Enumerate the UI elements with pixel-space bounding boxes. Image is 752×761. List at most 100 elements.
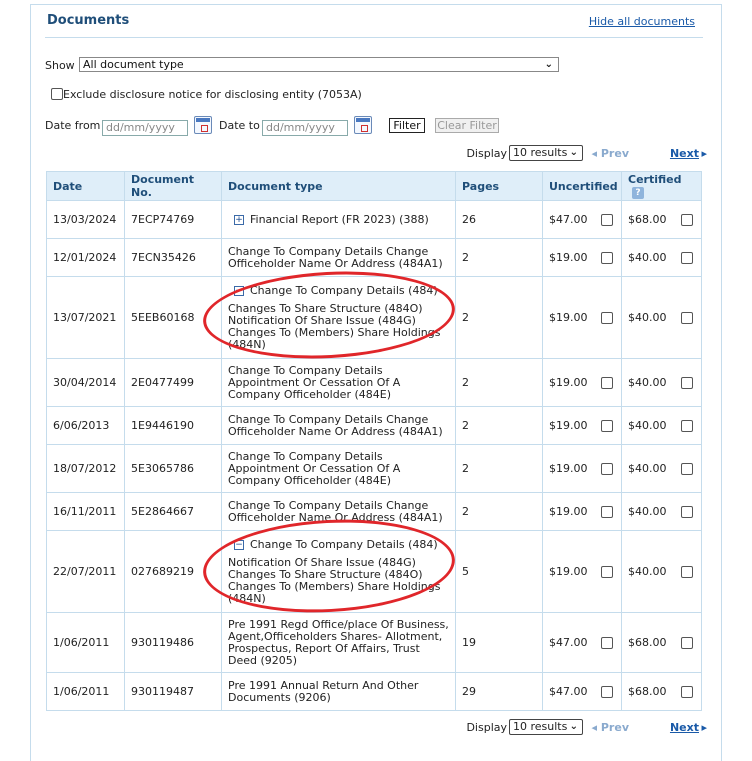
uncertified-checkbox[interactable]	[601, 251, 613, 264]
document-subtype: Changes To (Members) Share Holdings (484…	[228, 579, 441, 605]
certified-checkbox[interactable]	[681, 311, 693, 324]
uncertified-price: $47.00	[549, 684, 588, 698]
col-type-header[interactable]: Document type	[221, 171, 456, 201]
document-type-title: Pre 1991 Annual Return And Other Documen…	[228, 678, 419, 704]
document-subtype: Notification Of Share Issue (484G)	[228, 313, 416, 327]
date-to-calendar-icon[interactable]	[354, 116, 372, 134]
panel-title: Documents	[47, 13, 130, 28]
certified-checkbox[interactable]	[681, 376, 693, 389]
certified-price: $40.00	[628, 418, 667, 432]
exclude-disclosure-label: Exclude disclosure notice for disclosing…	[63, 88, 362, 101]
exclude-disclosure-checkbox[interactable]	[51, 88, 63, 100]
uncertified-checkbox[interactable]	[601, 213, 613, 226]
pages-cell: 2	[455, 406, 543, 445]
expand-icon[interactable]: +	[234, 214, 244, 225]
certified-checkbox[interactable]	[681, 251, 693, 264]
document-type-text: Change To Company Details (484)	[250, 537, 438, 551]
uncertified-price: $19.00	[549, 310, 588, 324]
document-type-cell: Change To Company Details Appointment Or…	[221, 358, 456, 407]
results-per-page-select[interactable]: 10 results ⌄	[509, 145, 583, 161]
results-per-page-select[interactable]: 10 results ⌄	[509, 719, 583, 735]
document-number-cell: 7ECP74769	[124, 200, 222, 239]
uncertified-price-cell: $19.00	[542, 492, 622, 531]
col-certified-header: Certified?	[621, 171, 702, 201]
col-pages-header[interactable]: Pages	[455, 171, 543, 201]
certified-price: $68.00	[628, 635, 667, 649]
date-cell: 30/04/2014	[46, 358, 125, 407]
uncertified-checkbox[interactable]	[601, 636, 613, 649]
clear-filter-button[interactable]: Clear Filter	[435, 118, 499, 133]
uncertified-price-cell: $47.00	[542, 200, 622, 239]
next-page-link[interactable]: Next	[670, 147, 699, 160]
pages-cell: 19	[455, 612, 543, 673]
collapse-icon[interactable]: −	[234, 539, 244, 550]
filter-button[interactable]: Filter	[389, 118, 425, 133]
document-type-cell: Pre 1991 Annual Return And Other Documen…	[221, 672, 456, 711]
document-type-title: − Change To Company Details (484)	[228, 537, 449, 551]
documents-table: Date Document No. Document type Pages Un…	[46, 171, 702, 711]
uncertified-price: $47.00	[549, 635, 588, 649]
uncertified-price: $19.00	[549, 375, 588, 389]
uncertified-price-cell: $19.00	[542, 444, 622, 493]
display-label: Display	[466, 721, 507, 734]
exclude-disclosure-row: Exclude disclosure notice for disclosing…	[51, 88, 362, 101]
col-date-header[interactable]: Date	[46, 171, 125, 201]
uncertified-checkbox[interactable]	[601, 376, 613, 389]
prev-page-link[interactable]: ◂ Prev	[592, 147, 629, 160]
uncertified-checkbox[interactable]	[601, 565, 613, 578]
document-type-title: Change To Company Details Change Officeh…	[228, 244, 443, 270]
document-type-value: All document type	[83, 58, 184, 71]
certified-checkbox[interactable]	[681, 462, 693, 475]
certified-price-cell: $68.00	[621, 672, 702, 711]
table-row: 16/11/2011 5E2864667 Change To Company Det…	[46, 492, 702, 531]
uncertified-checkbox[interactable]	[601, 462, 613, 475]
certified-price-cell: $40.00	[621, 238, 702, 277]
certified-checkbox[interactable]	[681, 565, 693, 578]
col-docno-header[interactable]: Document No.	[124, 171, 222, 201]
date-to-label: Date to	[219, 119, 260, 132]
uncertified-checkbox[interactable]	[601, 419, 613, 432]
table-row: 1/06/2011 930119487 Pre 1991 Annual Return…	[46, 672, 702, 711]
next-page-link[interactable]: Next	[670, 721, 699, 734]
document-type-cell: − Change To Company Details (484) Changes …	[221, 276, 456, 359]
document-number-cell: 5E2864667	[124, 492, 222, 531]
certified-checkbox[interactable]	[681, 636, 693, 649]
results-value: 10 results	[513, 146, 568, 159]
chevron-down-icon: ⌄	[569, 721, 578, 732]
date-from-input[interactable]: dd/mm/yyyy	[102, 120, 188, 136]
next-arrow-icon: ▸	[701, 147, 707, 160]
date-cell: 16/11/2011	[46, 492, 125, 531]
uncertified-checkbox[interactable]	[601, 311, 613, 324]
certified-checkbox[interactable]	[681, 213, 693, 226]
hide-all-documents-link[interactable]: Hide all documents	[589, 15, 695, 28]
document-subtype: Changes To (Members) Share Holdings (484…	[228, 325, 441, 351]
certified-price-cell: $40.00	[621, 276, 702, 359]
help-icon[interactable]: ?	[632, 187, 644, 199]
uncertified-checkbox[interactable]	[601, 685, 613, 698]
document-number-cell: 2E0477499	[124, 358, 222, 407]
pages-cell: 2	[455, 444, 543, 493]
table-header-row: Date Document No. Document type Pages Un…	[46, 171, 702, 201]
document-number-cell: 5E3065786	[124, 444, 222, 493]
pages-cell: 26	[455, 200, 543, 239]
certified-price: $40.00	[628, 504, 667, 518]
date-from-calendar-icon[interactable]	[194, 116, 212, 134]
document-type-cell: Pre 1991 Regd Office/place Of Business, …	[221, 612, 456, 673]
collapse-icon[interactable]: −	[234, 285, 244, 296]
certified-checkbox[interactable]	[681, 685, 693, 698]
chevron-down-icon: ⌄	[569, 147, 578, 158]
document-type-cell: Change To Company Details Change Officeh…	[221, 492, 456, 531]
pages-cell: 29	[455, 672, 543, 711]
document-number-cell: 5EEB60168	[124, 276, 222, 359]
uncertified-price: $19.00	[549, 564, 588, 578]
document-number-cell: 930119487	[124, 672, 222, 711]
pages-cell: 2	[455, 276, 543, 359]
document-subtype: Notification Of Share Issue (484G)	[228, 555, 416, 569]
prev-page-link[interactable]: ◂ Prev	[592, 721, 629, 734]
uncertified-checkbox[interactable]	[601, 505, 613, 518]
certified-checkbox[interactable]	[681, 419, 693, 432]
certified-checkbox[interactable]	[681, 505, 693, 518]
document-type-select[interactable]: All document type ⌄	[79, 57, 559, 72]
date-to-input[interactable]: dd/mm/yyyy	[262, 120, 348, 136]
uncertified-price-cell: $19.00	[542, 276, 622, 359]
